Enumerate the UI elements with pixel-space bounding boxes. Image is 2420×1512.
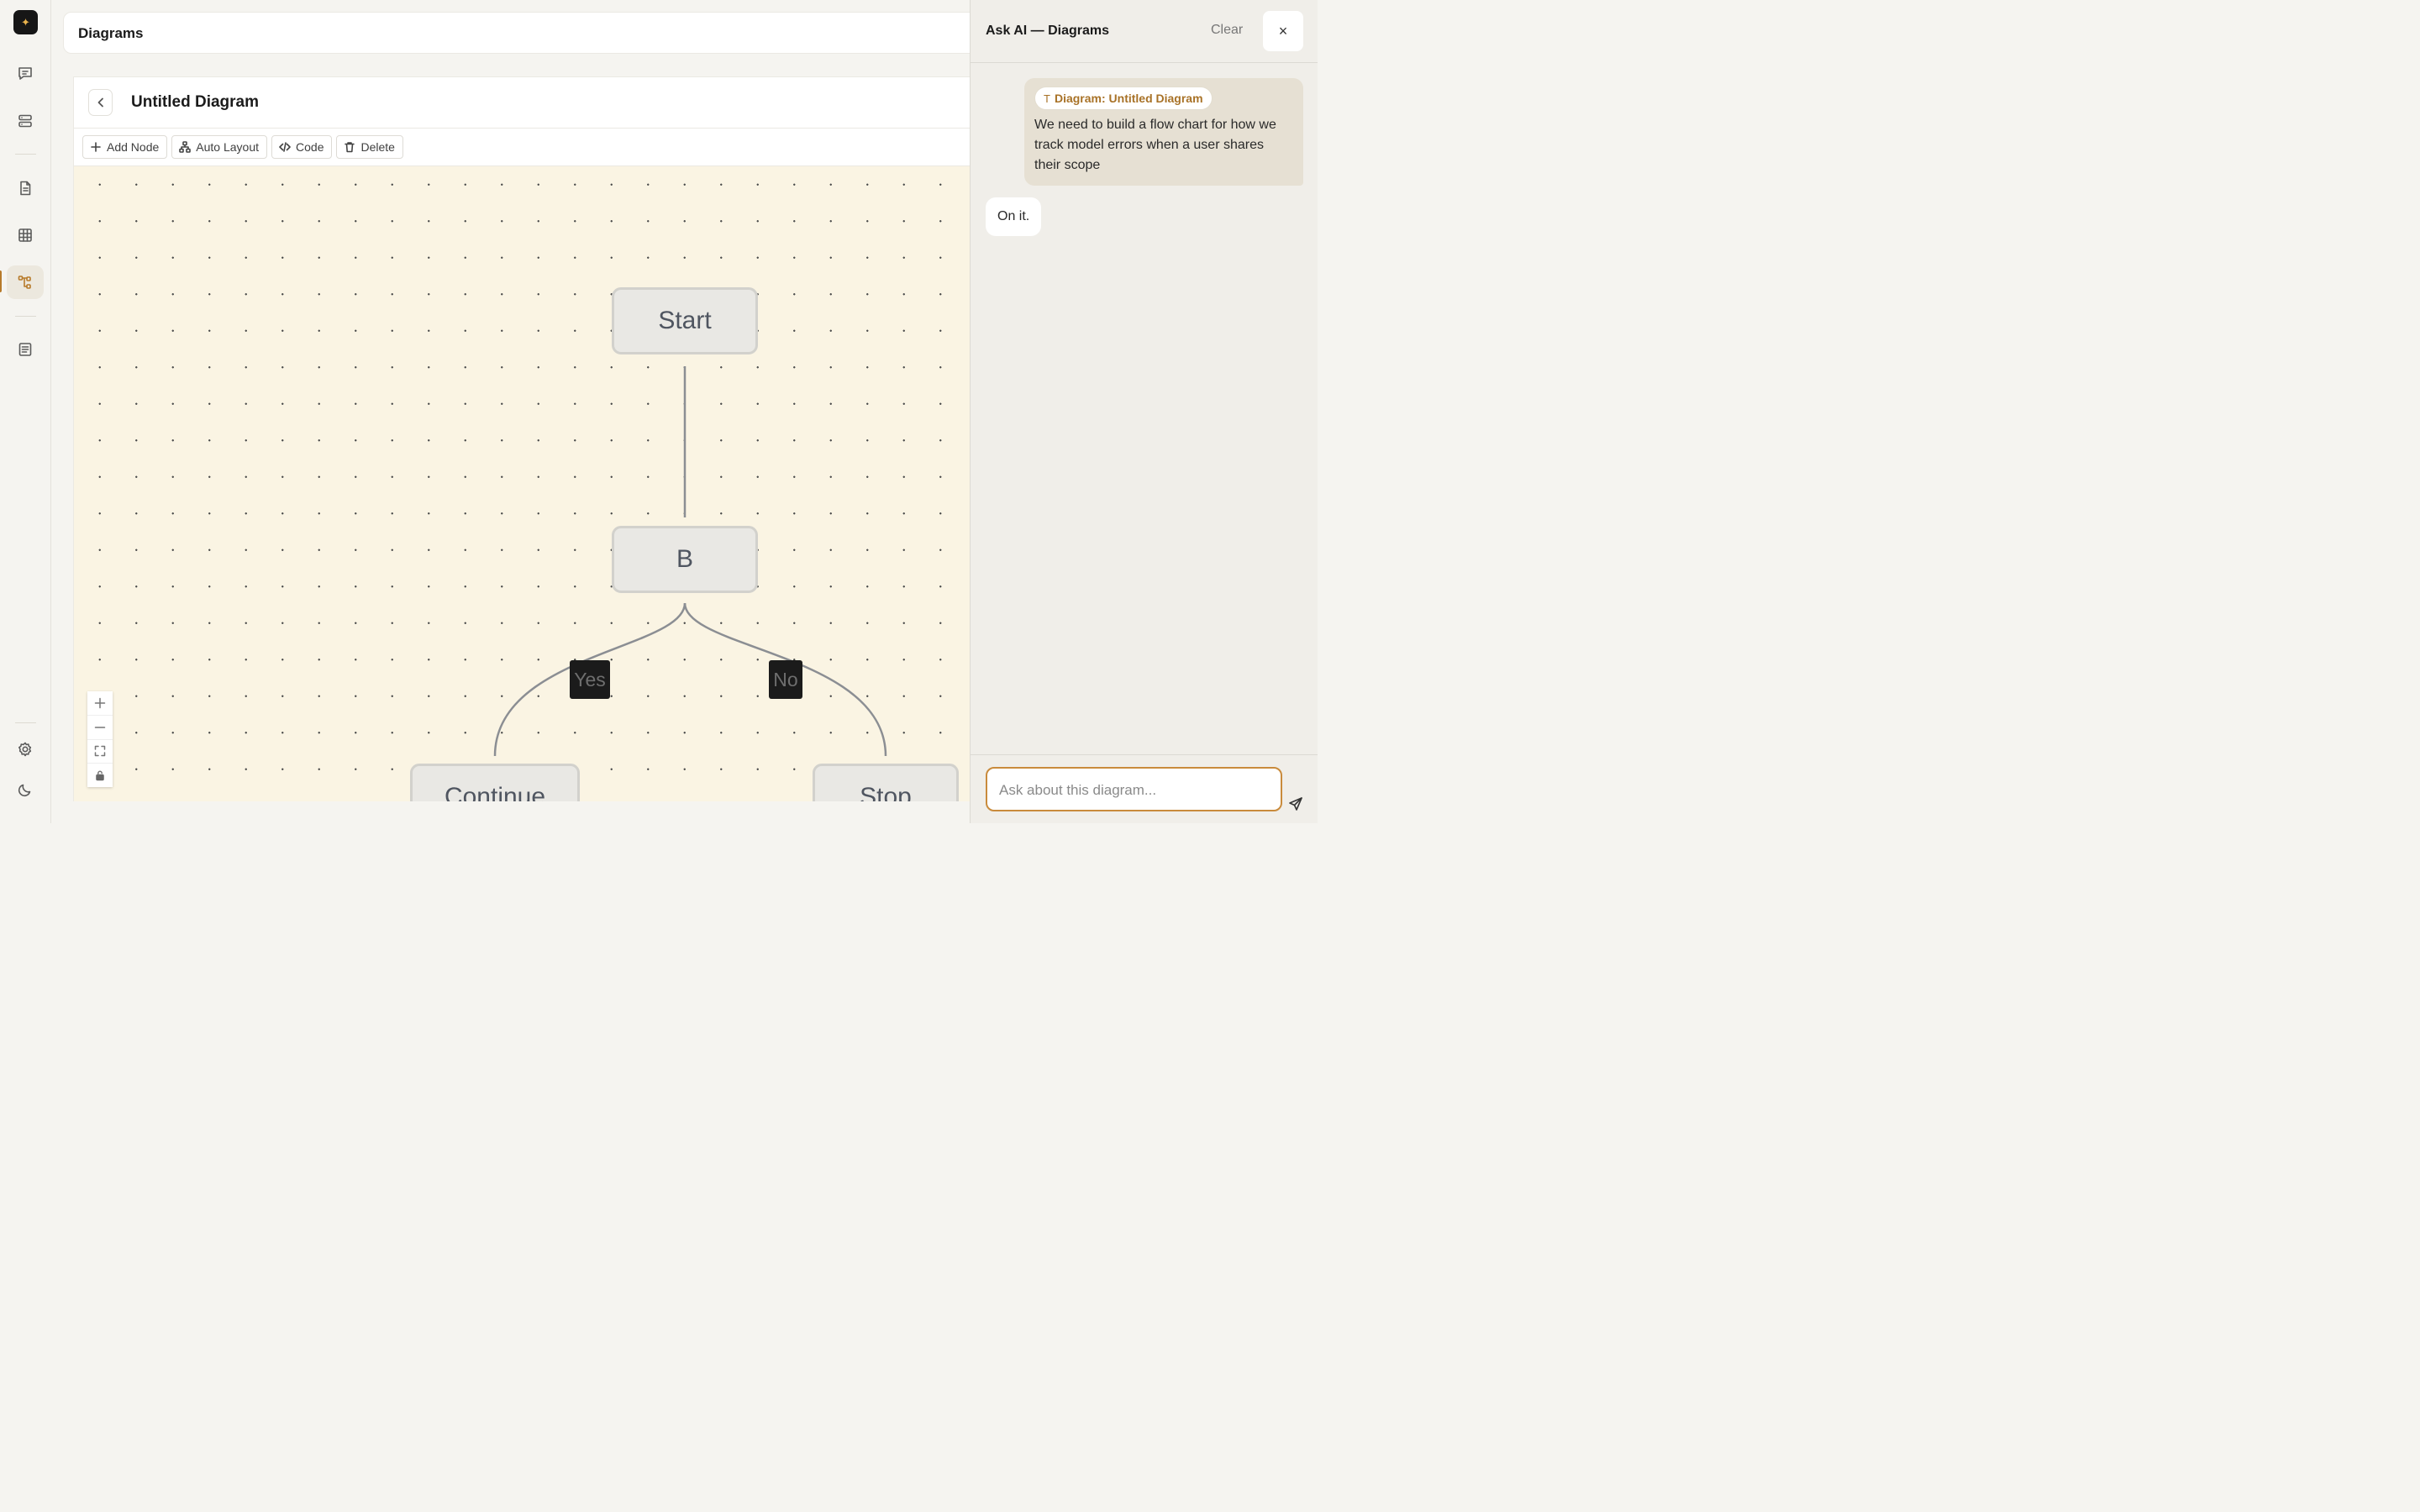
code-icon	[279, 142, 291, 152]
add-node-button[interactable]: Add Node	[82, 135, 168, 159]
delete-button[interactable]: Delete	[336, 135, 403, 159]
left-rail: ✦	[0, 0, 51, 823]
fit-view-button[interactable]	[87, 740, 113, 764]
node-b[interactable]: B	[612, 526, 758, 593]
zoom-controls	[87, 691, 113, 787]
edge-label-text: Yes	[574, 668, 606, 690]
zoom-in-button[interactable]	[87, 691, 113, 716]
node-continue[interactable]: Continue	[410, 764, 580, 801]
divider	[74, 128, 980, 129]
close-icon: ×	[1278, 22, 1288, 39]
code-label: Code	[296, 140, 324, 154]
node-label: Continue	[444, 783, 546, 801]
back-button[interactable]	[88, 89, 113, 116]
clear-button[interactable]: Clear	[1211, 23, 1243, 38]
code-button[interactable]: Code	[271, 135, 333, 159]
diagram-editor: Untitled Diagram Add Node Auto Layout Co…	[73, 76, 981, 801]
add-node-label: Add Node	[107, 140, 160, 154]
ai-panel: Ask AI — Diagrams Clear × T Diagram: Unt…	[970, 0, 1318, 823]
diagram-title[interactable]: Untitled Diagram	[131, 93, 259, 112]
fullscreen-icon	[94, 746, 106, 757]
lock-icon	[96, 770, 104, 781]
node-label: Stop	[860, 783, 912, 801]
node-start[interactable]: Start	[612, 287, 758, 354]
hierarchy-icon	[179, 141, 192, 153]
node-stop[interactable]: Stop	[813, 764, 959, 801]
page-title: Diagrams	[78, 25, 144, 41]
notes-icon[interactable]	[7, 333, 44, 366]
rail-divider	[15, 722, 36, 723]
assistant-message-text: On it.	[997, 209, 1030, 223]
plus-icon	[91, 142, 101, 152]
user-message-text: We need to build a flow chart for how we…	[1034, 118, 1276, 172]
divider	[971, 62, 1318, 63]
diagram-icon[interactable]	[7, 265, 44, 299]
minus-icon	[94, 726, 106, 728]
send-icon	[1289, 797, 1302, 811]
database-icon[interactable]	[7, 104, 44, 138]
chevron-left-icon	[97, 97, 103, 108]
edges-layer	[493, 366, 887, 757]
assistant-message: On it.	[986, 197, 1042, 236]
top-header: Diagrams	[63, 12, 987, 54]
lock-button[interactable]	[87, 764, 113, 787]
document-icon[interactable]	[7, 171, 44, 205]
diagram-canvas[interactable]: Start B Continue Stop Yes No	[74, 166, 980, 801]
edge-label-no[interactable]: No	[769, 660, 802, 699]
auto-layout-button[interactable]: Auto Layout	[171, 135, 268, 159]
rail-divider	[15, 316, 36, 317]
node-label: B	[676, 545, 693, 573]
table-icon[interactable]	[7, 218, 44, 252]
edge-label-yes[interactable]: Yes	[570, 660, 610, 699]
user-message: T Diagram: Untitled Diagram We need to b…	[1024, 78, 1303, 186]
trash-icon	[345, 142, 355, 153]
moon-icon[interactable]	[7, 773, 44, 806]
context-chip-label: Diagram: Untitled Diagram	[1054, 92, 1203, 105]
diagram-toolbar: Add Node Auto Layout Code Delete	[82, 135, 403, 159]
zoom-out-button[interactable]	[87, 716, 113, 740]
app-logo[interactable]: ✦	[13, 10, 38, 34]
plus-icon	[94, 697, 106, 709]
text-icon: T	[1044, 92, 1050, 105]
divider	[971, 754, 1318, 755]
send-button[interactable]	[1288, 796, 1307, 815]
chat-icon[interactable]	[7, 56, 44, 90]
ai-panel-title: Ask AI — Diagrams	[986, 24, 1110, 38]
close-button[interactable]: ×	[1263, 11, 1303, 51]
ask-input[interactable]	[997, 779, 1270, 802]
context-chip[interactable]: T Diagram: Untitled Diagram	[1034, 87, 1213, 110]
node-label: Start	[658, 307, 712, 334]
rail-divider	[15, 154, 36, 155]
active-indicator	[0, 270, 2, 292]
edge-label-text: No	[773, 668, 798, 690]
auto-layout-label: Auto Layout	[196, 140, 260, 154]
settings-icon[interactable]	[7, 732, 44, 766]
ask-input-container	[986, 767, 1282, 811]
delete-label: Delete	[360, 140, 395, 154]
